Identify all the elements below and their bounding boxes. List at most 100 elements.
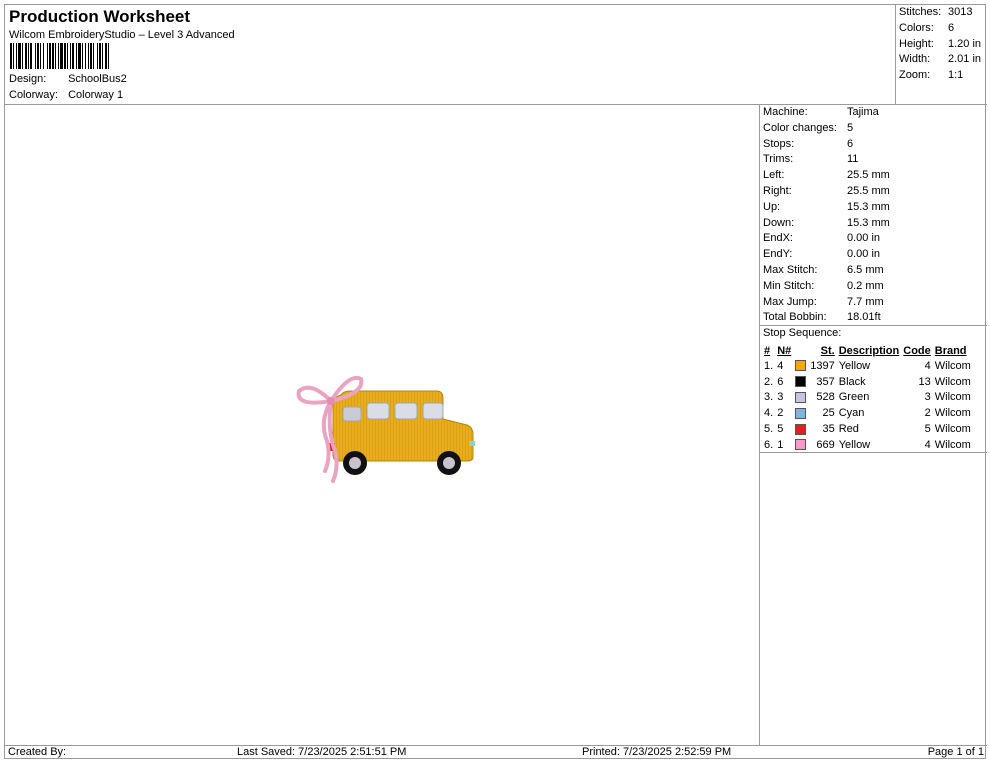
- machine-info-label: Total Bobbin:: [763, 311, 827, 324]
- color-swatch: [793, 405, 808, 421]
- col-description: Description: [838, 344, 900, 357]
- thread-color-swatch: [795, 376, 807, 388]
- col-color: [793, 343, 808, 358]
- software-name: Wilcom EmbroideryStudio – Level 3 Advanc…: [9, 29, 235, 41]
- colorway-row: Colorway: Colorway 1: [9, 89, 123, 101]
- summary-zoom: Zoom: 1:1: [899, 69, 963, 84]
- thread-color-swatch: [795, 439, 807, 451]
- needle-number: 1: [777, 438, 784, 451]
- design-value: SchoolBus2: [68, 73, 127, 85]
- summary-value: 1:1: [948, 69, 964, 81]
- summary-label: Width:: [899, 53, 931, 65]
- page-number: Page 1 of 1: [927, 746, 984, 758]
- thread-brand: Wilcom: [934, 407, 971, 420]
- stop-sequence-title: Stop Sequence:: [760, 325, 987, 341]
- color-code: 3: [924, 391, 931, 404]
- machine-info-value: 15.3 mm: [847, 200, 890, 213]
- machine-info-label: Color changes:: [763, 121, 837, 134]
- machine-info-row: Right: 25.5 mm: [763, 185, 890, 200]
- design-summary: Stitches: 3013 Colors: 6 Height: 1.20 in Wi…: [896, 5, 987, 105]
- color-swatch: [793, 358, 808, 374]
- stop-index: 2.: [764, 375, 774, 388]
- needle-number: 2: [777, 407, 784, 420]
- col-code: Code: [903, 344, 931, 357]
- table-row: 3. 3 528 Green 3 Wilcom: [762, 390, 973, 406]
- summary-width: Width: 2.01 in: [899, 53, 981, 68]
- design-label: Design:: [9, 73, 47, 85]
- color-description: Red: [838, 423, 859, 436]
- machine-info-row: Max Jump: 7.7 mm: [763, 296, 884, 311]
- color-swatch: [793, 374, 808, 390]
- machine-info-label: Min Stitch:: [763, 279, 815, 292]
- thread-brand: Wilcom: [934, 359, 971, 372]
- machine-info-value: 0.00 in: [847, 248, 881, 261]
- col-index: #: [764, 344, 771, 357]
- table-header-row: # N# St. Description Code Brand: [762, 343, 973, 358]
- thread-color-swatch: [795, 423, 807, 435]
- thread-color-swatch: [795, 392, 807, 404]
- machine-info-label: Down:: [763, 216, 795, 229]
- color-code: 4: [924, 359, 931, 372]
- needle-number: 6: [777, 375, 784, 388]
- school-bus-embroidery-image: [296, 376, 475, 483]
- summary-label: Zoom:: [899, 69, 931, 81]
- machine-info-row: Max Stitch: 6.5 mm: [763, 264, 884, 279]
- machine-info-value: 18.01ft: [847, 311, 881, 324]
- machine-info-label: Left:: [763, 169, 785, 182]
- machine-info-label: Up:: [763, 200, 781, 213]
- summary-value: 6: [948, 22, 955, 34]
- summary-label: Stitches:: [899, 6, 942, 18]
- table-row: 5. 5 35 Red 5 Wilcom: [762, 421, 973, 437]
- machine-info-value: 0.2 mm: [847, 279, 884, 292]
- machine-info-label: EndY:: [763, 248, 793, 261]
- col-stitches: St.: [820, 344, 835, 357]
- thread-brand: Wilcom: [934, 438, 971, 451]
- color-code: 5: [924, 423, 931, 436]
- needle-number: 3: [777, 391, 784, 404]
- machine-info-value: 11: [847, 153, 859, 166]
- color-swatch: [793, 390, 808, 406]
- colorway-label: Colorway:: [9, 89, 58, 101]
- summary-height: Height: 1.20 in: [899, 38, 981, 53]
- color-code: 4: [924, 438, 931, 451]
- printed-date: Printed: 7/23/2025 2:52:59 PM: [582, 746, 732, 758]
- stitch-count: 25: [822, 407, 835, 420]
- machine-info-label: Machine:: [763, 106, 808, 118]
- machine-info-label: Stops:: [763, 137, 795, 150]
- machine-info-label: Max Jump:: [763, 295, 817, 308]
- table-row: 2. 6 357 Black 13 Wilcom: [762, 374, 973, 390]
- stitch-count: 357: [816, 375, 835, 388]
- col-needle: N#: [777, 344, 792, 357]
- stop-index: 1.: [764, 359, 774, 372]
- stitch-count: 1397: [810, 359, 835, 372]
- color-description: Black: [838, 375, 866, 388]
- machine-info-value: 25.5 mm: [847, 169, 890, 182]
- worksheet-footer: Created By: Last Saved: 7/23/2025 2:51:5…: [5, 745, 987, 759]
- color-description: Green: [838, 391, 870, 404]
- table-row: 4. 2 25 Cyan 2 Wilcom: [762, 405, 973, 421]
- machine-info-label: Right:: [763, 185, 792, 197]
- color-description: Cyan: [838, 407, 865, 420]
- thread-brand: Wilcom: [934, 375, 971, 388]
- machine-info-value: 0.00 in: [847, 232, 881, 245]
- color-swatch: [793, 437, 808, 453]
- col-brand: Brand: [934, 344, 967, 357]
- summary-label: Height:: [899, 38, 934, 50]
- thread-brand: Wilcom: [934, 423, 971, 436]
- machine-info-value: 6.5 mm: [847, 264, 884, 276]
- created-by: Created By:: [8, 746, 67, 758]
- machine-info-row: Trims: 11: [763, 153, 858, 168]
- last-saved: Last Saved: 7/23/2025 2:51:51 PM: [237, 746, 407, 758]
- thread-brand: Wilcom: [934, 391, 971, 404]
- machine-info-value: 25.5 mm: [847, 185, 890, 197]
- worksheet-frame: Production Worksheet Wilcom EmbroiderySt…: [4, 4, 987, 759]
- machine-info-panel: Machine: Tajima Color changes: 5 Stops: 6 Trim…: [760, 105, 987, 453]
- table-row: 1. 4 1397 Yellow 4 Wilcom: [762, 358, 973, 374]
- design-row: Design: SchoolBus2: [9, 73, 127, 85]
- needle-number: 5: [777, 423, 784, 436]
- machine-info-row: Min Stitch: 0.2 mm: [763, 280, 884, 295]
- stop-index: 5.: [764, 423, 774, 436]
- summary-colors: Colors: 6: [899, 22, 954, 37]
- design-preview-area: [5, 105, 760, 745]
- color-description: Yellow: [838, 438, 871, 451]
